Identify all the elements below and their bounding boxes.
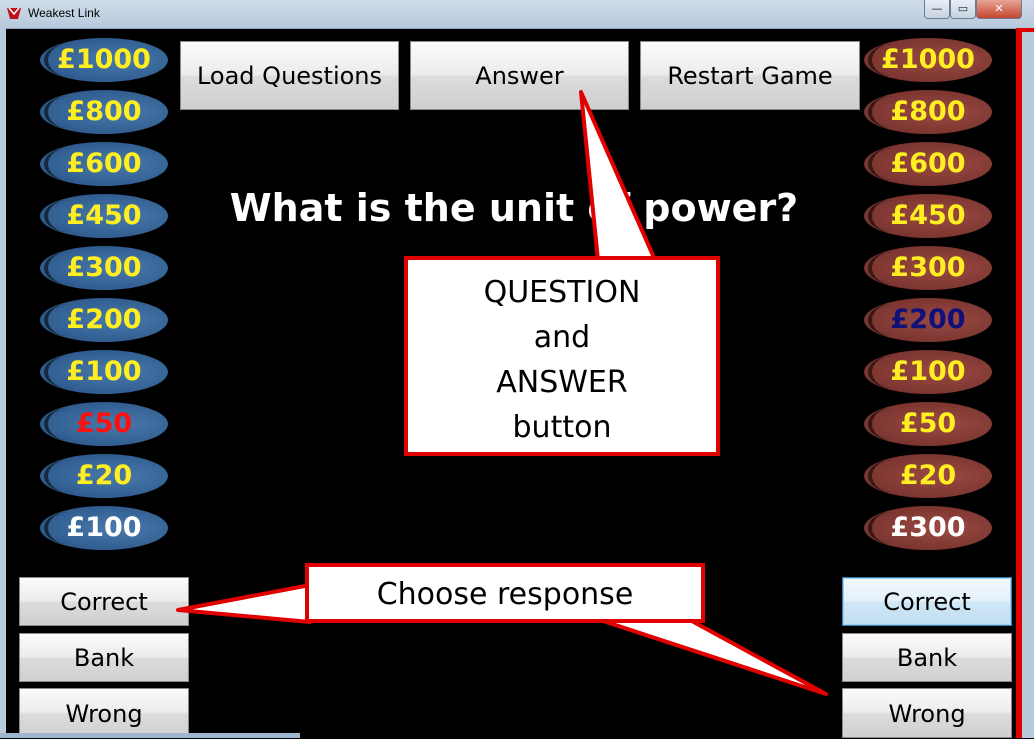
qa-callout-line: button [512,410,612,445]
answer-callout-pointer [579,90,657,262]
response-pointer-left [176,583,312,624]
qa-callout-line: ANSWER [496,365,628,400]
taskbar-strip [0,733,300,738]
qa-callout-line: QUESTION [483,275,641,310]
response-callout: Choose response [305,563,705,623]
qa-callout: QUESTION and ANSWER button [404,256,720,456]
response-pointer-right [598,618,828,696]
qa-callout-line: and [533,320,591,355]
